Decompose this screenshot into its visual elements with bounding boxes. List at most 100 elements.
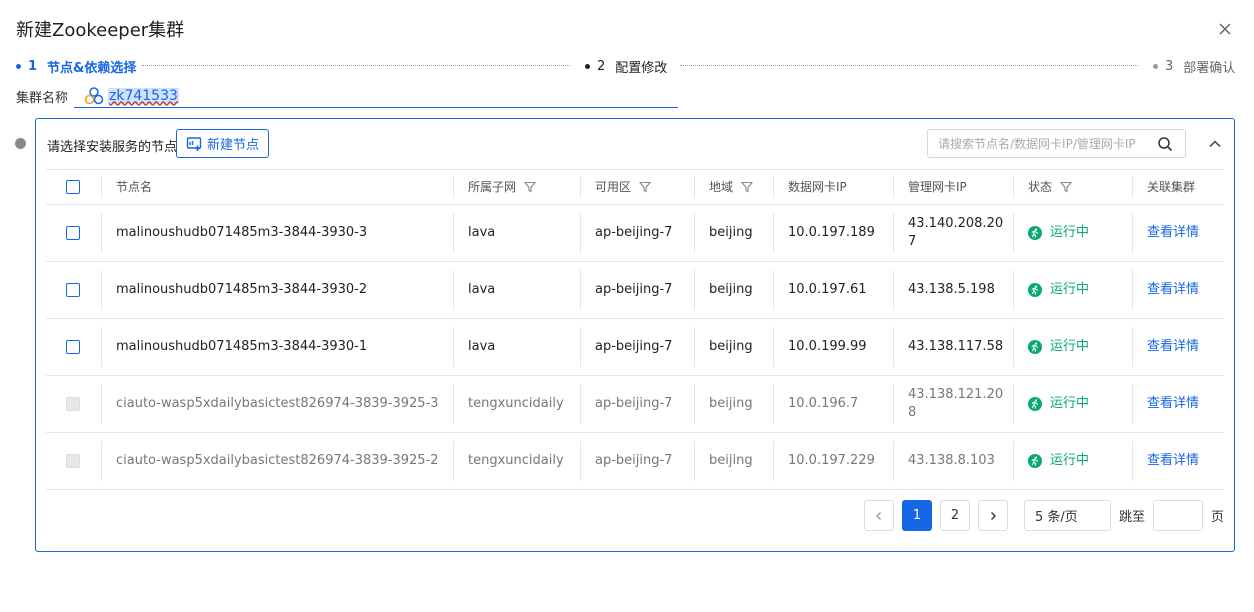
status-text: 运行中 <box>1050 396 1090 411</box>
column-divider <box>101 441 102 481</box>
next-page-button[interactable] <box>978 500 1008 531</box>
table-row[interactable]: malinoushudb071485m3-3844-3930-2 lava ap-b… <box>46 262 1224 319</box>
step-connector <box>680 65 1138 66</box>
new-node-button[interactable]: 新建节点 <box>176 129 269 158</box>
running-icon <box>1028 340 1042 354</box>
filter-icon[interactable] <box>1060 181 1073 193</box>
filter-icon[interactable] <box>639 181 652 193</box>
status-text: 运行中 <box>1050 225 1090 240</box>
step-connector <box>142 65 570 66</box>
running-icon <box>1028 397 1042 411</box>
data-ip-value: 10.0.199.99 <box>788 339 867 354</box>
step-number: 2 <box>597 58 606 74</box>
cell-region: beijing <box>709 205 753 261</box>
column-divider <box>453 327 454 367</box>
close-button[interactable] <box>1214 18 1236 40</box>
filter-icon[interactable] <box>741 181 754 193</box>
column-divider <box>694 441 695 481</box>
filter-icon[interactable] <box>524 181 537 193</box>
column-divider <box>773 213 774 253</box>
view-details-link[interactable]: 查看详情 <box>1147 338 1199 356</box>
cell-data-ip: 10.0.199.99 <box>788 319 888 375</box>
table-row[interactable]: malinoushudb071485m3-3844-3930-3 lava ap-b… <box>46 205 1224 262</box>
column-divider <box>893 213 894 253</box>
select-all-cell <box>66 170 80 204</box>
status-badge: 运行中 <box>1028 224 1089 242</box>
mgmt-ip-value: 43.138.121.208 <box>908 387 1004 420</box>
page-size-select[interactable]: 5 条/页 <box>1024 500 1111 531</box>
data-ip-value: 10.0.196.7 <box>788 396 859 411</box>
step-2[interactable]: 2 配置修改 <box>585 56 667 76</box>
running-icon <box>1028 226 1042 240</box>
cell-data-ip: 10.0.196.7 <box>788 376 888 432</box>
node-value: ciauto-wasp5xdailybasictest826974-3839-3… <box>116 396 439 411</box>
close-icon <box>1219 23 1231 35</box>
zone-value: ap-beijing-7 <box>595 339 673 354</box>
select-all-checkbox[interactable] <box>66 180 80 194</box>
column-divider <box>453 384 454 424</box>
row-checkbox <box>66 454 80 468</box>
cell-data-ip: 10.0.197.61 <box>788 262 888 318</box>
column-divider <box>694 270 695 310</box>
table-row[interactable]: malinoushudb071485m3-3844-3930-1 lava ap-b… <box>46 319 1224 376</box>
column-divider <box>773 327 774 367</box>
chevron-left-icon <box>876 511 881 520</box>
column-divider <box>580 327 581 367</box>
status-badge: 运行中 <box>1028 281 1089 299</box>
column-divider <box>580 384 581 424</box>
status-cell: 运行中 <box>1028 205 1089 261</box>
search-icon[interactable] <box>1157 136 1173 152</box>
column-divider <box>453 441 454 481</box>
zone-value: ap-beijing-7 <box>595 282 673 297</box>
view-details-cell: 查看详情 <box>1147 433 1199 489</box>
column-divider <box>580 213 581 253</box>
page-1-button[interactable]: 1 <box>902 500 932 531</box>
header-status[interactable]: 状态 <box>1028 170 1073 204</box>
header-subnet[interactable]: 所属子网 <box>468 170 537 204</box>
chevron-up-icon[interactable] <box>1207 136 1223 152</box>
jump-page-input[interactable] <box>1153 500 1203 531</box>
header-region[interactable]: 地域 <box>709 170 754 204</box>
cluster-name-input[interactable]: zk741533 <box>74 84 678 108</box>
zone-value: ap-beijing-7 <box>595 225 673 240</box>
column-divider <box>1013 270 1014 310</box>
view-details-link[interactable]: 查看详情 <box>1147 452 1199 470</box>
step-1[interactable]: 1 节点&依赖选择 <box>16 56 136 76</box>
view-details-link[interactable]: 查看详情 <box>1147 395 1199 413</box>
column-divider <box>580 441 581 481</box>
node-search-input[interactable] <box>938 136 1148 151</box>
cell-subnet: lava <box>468 319 495 375</box>
subnet-value: lava <box>468 225 496 240</box>
header-zone[interactable]: 可用区 <box>595 170 652 204</box>
cell-node: ciauto-wasp5xdailybasictest826974-3839-3… <box>116 376 439 432</box>
zone-value: ap-beijing-7 <box>595 396 673 411</box>
region-value: beijing <box>709 282 753 297</box>
column-divider <box>773 384 774 424</box>
data-ip-value: 10.0.197.229 <box>788 453 875 468</box>
view-details-link[interactable]: 查看详情 <box>1147 281 1199 299</box>
row-select-cell <box>66 262 80 318</box>
prev-page-button[interactable] <box>864 500 894 531</box>
status-text: 运行中 <box>1050 339 1090 354</box>
column-divider <box>1013 213 1014 253</box>
cell-region: beijing <box>709 319 753 375</box>
column-divider <box>694 213 695 253</box>
page-2-button[interactable]: 2 <box>940 500 970 531</box>
header-region-label: 地域 <box>709 180 734 194</box>
subnet-value: tengxuncidaily <box>468 396 564 411</box>
table-header: 节点名 所属子网 可用区 地域 数据网卡IP 管理网卡IP 状态 关联集群 <box>46 169 1224 205</box>
cell-zone: ap-beijing-7 <box>595 376 672 432</box>
cell-subnet: lava <box>468 205 495 261</box>
view-details-link[interactable]: 查看详情 <box>1147 224 1199 242</box>
region-value: beijing <box>709 396 753 411</box>
row-checkbox[interactable] <box>66 226 80 240</box>
node-search[interactable] <box>927 129 1186 158</box>
step-label: 节点&依赖选择 <box>47 60 137 76</box>
server-add-icon <box>186 136 202 151</box>
row-checkbox[interactable] <box>66 340 80 354</box>
column-divider <box>101 270 102 310</box>
chevron-right-icon <box>991 511 996 520</box>
step-3[interactable]: 3 部署确认 <box>1153 56 1235 76</box>
header-node: 节点名 <box>116 180 153 194</box>
row-checkbox[interactable] <box>66 283 80 297</box>
